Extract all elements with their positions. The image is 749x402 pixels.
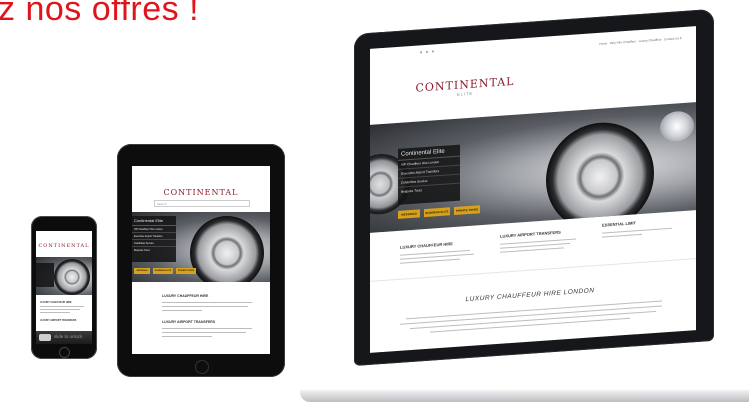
phone-feature-airport[interactable]: LUXURY AIRPORT TRANSFERS <box>40 319 76 322</box>
feature-limit[interactable]: ESSENTIAL LIMIT <box>602 217 682 238</box>
car-wheel <box>54 259 90 295</box>
feature-chauffeur-title: LUXURY CHAUFFEUR HIRE <box>400 241 453 250</box>
hero-menu[interactable]: Continental Elite VIP Chauffeur Hire Lon… <box>398 144 460 205</box>
tablet-hero-menu[interactable]: Continental Elite VIP Chauffeur Hire Lon… <box>132 216 176 262</box>
phone-home-button[interactable] <box>59 347 70 358</box>
tablet-menu-item[interactable]: Celebrities Service <box>132 240 176 247</box>
laptop-base <box>300 390 749 402</box>
tablet-menu-item[interactable]: Bespoke Tours <box>132 247 176 253</box>
nav-contact[interactable]: Contact Us <box>664 36 679 41</box>
tablet-feature-chauffeur[interactable]: LUXURY CHAUFFEUR HIRE <box>162 294 208 298</box>
tablet-hero: Continental Elite VIP Chauffeur Hire Lon… <box>132 212 270 282</box>
private-tours-button[interactable]: PRIVATE TOURS <box>454 205 480 216</box>
feature-limit-title: ESSENTIAL LIMIT <box>602 220 636 228</box>
search-icon[interactable]: ⚲ <box>680 36 682 40</box>
tablet-business-button[interactable]: BUSINESS ELITE <box>153 268 173 274</box>
top-nav[interactable]: Home Why Hire Chauffeur Luxury Chauffeur… <box>599 36 682 46</box>
tablet-menu-title[interactable]: Continental Elite <box>132 216 176 226</box>
promo-headline: z nos offres ! <box>0 0 200 28</box>
car-headlight <box>660 110 694 143</box>
nav-home[interactable]: Home <box>599 41 607 46</box>
weddings-button[interactable]: WEDDINGS <box>398 209 420 219</box>
laptop-screen: Home Why Hire Chauffeur Luxury Chauffeur… <box>370 26 696 353</box>
social-icons[interactable] <box>420 49 460 55</box>
section-title: LUXURY CHAUFFEUR HIRE LONDON <box>465 287 595 304</box>
phone-hero <box>36 257 92 295</box>
unlock-label: slide to unlock <box>54 334 83 339</box>
tablet-logo[interactable]: CONTINENTAL <box>152 188 250 197</box>
tablet-weddings-button[interactable]: WEDDINGS <box>134 268 150 274</box>
feature-airport[interactable]: LUXURY AIRPORT TRANSFERS <box>500 227 590 253</box>
hero-image: Continental Elite VIP Chauffeur Hire Lon… <box>370 102 696 233</box>
feature-chauffeur[interactable]: LUXURY CHAUFFEUR HIRE <box>400 238 490 264</box>
tablet-home-button[interactable] <box>195 360 209 374</box>
tablet-search-input[interactable]: Search <box>154 200 250 207</box>
tablet-feature-airport[interactable]: LUXURY AIRPORT TRANSFERS <box>162 320 215 324</box>
tablet-menu-item[interactable]: Executive Airport Transfers <box>132 233 176 240</box>
tablet-tours-button[interactable]: PRIVATE TOURS <box>176 268 196 274</box>
phone-logo[interactable]: CONTINENTAL <box>38 243 90 249</box>
unlock-slider-knob[interactable] <box>39 334 51 341</box>
business-elite-button[interactable]: BUSINESS ELITE <box>424 207 450 218</box>
nav-why[interactable]: Why Hire Chauffeur <box>610 39 636 45</box>
car-wheel <box>546 119 654 233</box>
nav-luxury[interactable]: Luxury Chauffeur <box>639 37 662 43</box>
laptop-lid: Home Why Hire Chauffeur Luxury Chauffeur… <box>354 8 714 366</box>
feature-airport-title: LUXURY AIRPORT TRANSFERS <box>500 229 561 239</box>
phone-hero-menu[interactable] <box>36 263 54 287</box>
phone-feature-chauffeur[interactable]: LUXURY CHAUFFEUR HIRE <box>40 301 72 304</box>
phone-screen: CONTINENTAL LUXURY CHAUFFEUR HIRE LUXURY… <box>36 231 92 344</box>
phone-device: CONTINENTAL LUXURY CHAUFFEUR HIRE LUXURY… <box>31 216 97 359</box>
car-wheel <box>190 216 264 282</box>
tablet-device: CONTINENTAL Search Continental Elite VIP… <box>117 144 285 377</box>
tablet-screen: CONTINENTAL Search Continental Elite VIP… <box>132 166 270 354</box>
unlock-bar[interactable]: slide to unlock <box>36 331 92 344</box>
laptop-device: Home Why Hire Chauffeur Luxury Chauffeur… <box>300 8 749 402</box>
tablet-menu-item[interactable]: VIP Chauffeur Hire London <box>132 226 176 233</box>
